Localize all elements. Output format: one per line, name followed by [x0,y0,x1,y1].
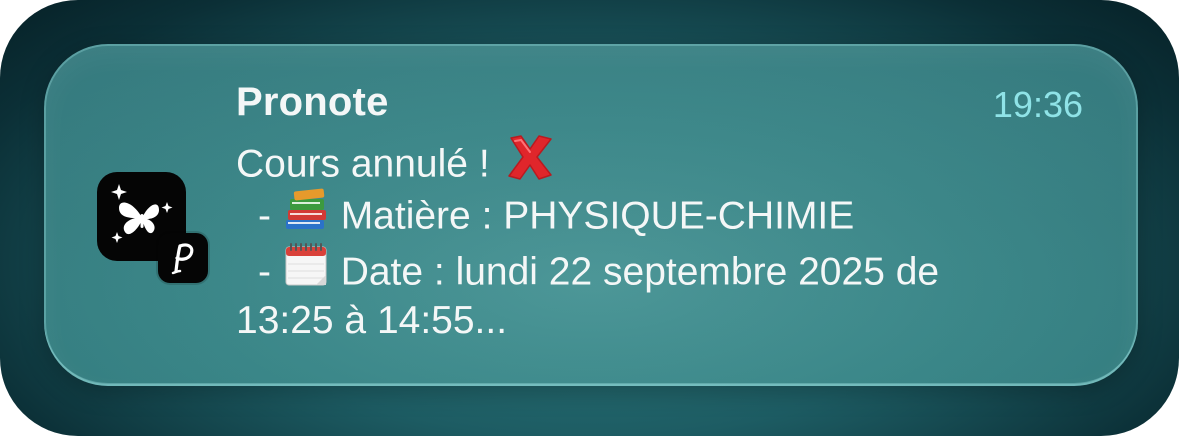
books-icon [282,186,330,242]
subject-dash: - [258,194,271,238]
date-continuation-line: 13:25 à 14:55... [236,299,508,342]
red-cross-mark-icon [501,132,559,192]
date-text: Date : lundi 22 septembre 2025 de [340,250,940,294]
calendar-icon [282,241,330,299]
pronote-p-icon [158,233,208,283]
notification-timestamp: 19:36 [992,84,1083,125]
subject-line: - Matière : PHYSIQUE-CHIMIE [236,188,855,246]
subject-text: Matière : PHYSIQUE-CHIMIE [340,194,855,238]
app-name: Pronote [236,80,389,124]
date-line: - Date : lundi 22 septembre 2025 de [236,243,940,303]
cancel-message: Cours annulé ! [236,142,490,186]
date-dash: - [258,250,271,294]
